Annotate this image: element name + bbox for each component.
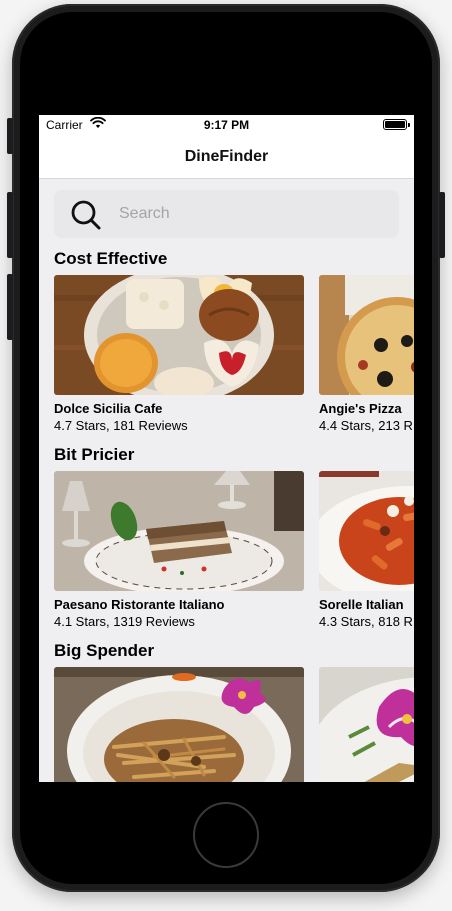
restaurant-name: Sorelle Italian (319, 597, 404, 612)
power-button (439, 192, 445, 258)
restaurant-photo (54, 667, 304, 782)
restaurant-name: Dolce Sicilia Cafe (54, 401, 163, 416)
restaurant-rating: 4.7 Stars, 181 Reviews (54, 418, 188, 433)
status-bar: Carrier 9:17 PM (39, 115, 414, 135)
section-title-big-spender: Big Spender (54, 641, 155, 660)
app-screen: Carrier 9:17 PM DineFinder Search Cost E… (39, 115, 414, 782)
section-title-cost-effective: Cost Effective (54, 249, 168, 268)
restaurant-rating: 4.4 Stars, 213 R (319, 418, 413, 433)
home-button[interactable] (193, 802, 259, 868)
restaurant-name: Paesano Ristorante Italiano (54, 597, 225, 612)
section-title-bit-pricier: Bit Pricier (54, 445, 135, 464)
search-input[interactable]: Search (54, 190, 399, 238)
volume-down-button (7, 274, 13, 340)
restaurant-rating: 4.3 Stars, 818 R (319, 614, 413, 629)
restaurant-photo (319, 275, 414, 395)
restaurant-photo (319, 471, 414, 591)
clock: 9:17 PM (203, 118, 250, 132)
restaurant-rating: 4.1 Stars, 1319 Reviews (54, 614, 195, 629)
navigation-bar: DineFinder (39, 135, 414, 179)
mute-switch (7, 118, 13, 154)
page-title: DineFinder (184, 148, 269, 165)
volume-up-button (7, 192, 13, 258)
restaurant-photo (54, 275, 304, 395)
restaurant-photo (54, 471, 304, 591)
search-placeholder: Search (119, 205, 170, 222)
search-icon (71, 200, 101, 230)
restaurant-photo (319, 667, 414, 782)
restaurant-name: Angie's Pizza (319, 401, 402, 416)
battery-icon (383, 119, 410, 130)
